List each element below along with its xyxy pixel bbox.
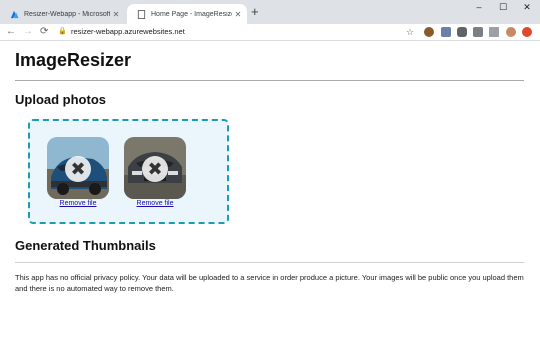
browser-titlebar: Resizer-Webapp - Microsoft Azure ✕ Home … — [0, 0, 540, 24]
tab-home-page[interactable]: Home Page - ImageResizeWebApp ✕ — [127, 4, 247, 24]
privacy-notice: This app has no official privacy policy.… — [15, 273, 524, 293]
remove-file-link[interactable]: Remove file — [124, 200, 186, 207]
upload-dropzone[interactable]: ✖ Remove file ✖ Remove file — [28, 119, 229, 224]
extension-translate-icon[interactable] — [441, 27, 451, 37]
tab-azure-portal[interactable]: Resizer-Webapp - Microsoft Azure ✕ — [0, 4, 125, 24]
thumbnails-heading: Generated Thumbnails — [15, 238, 156, 253]
file-preview: ✖ Remove file — [124, 137, 186, 207]
page-title: ImageResizer — [15, 50, 132, 70]
error-mark-icon: ✖ — [65, 156, 91, 182]
browser-toolbar: ← → ⟳ 🔒 resizer-webapp.azurewebsites.net… — [0, 24, 540, 41]
close-window-button[interactable]: ✕ — [515, 2, 539, 13]
update-menu-icon[interactable] — [522, 27, 532, 37]
bookmark-star-icon[interactable]: ☆ — [406, 25, 414, 39]
profile-avatar[interactable] — [506, 27, 516, 37]
extension-cookie-icon[interactable] — [424, 27, 434, 37]
title-divider — [15, 80, 524, 81]
upload-heading: Upload photos — [15, 92, 106, 107]
minimize-button[interactable]: – — [467, 2, 491, 12]
extensions-puzzle-icon[interactable] — [473, 27, 483, 37]
tab-title: Resizer-Webapp - Microsoft Azure — [24, 10, 110, 18]
reload-button[interactable]: ⟳ — [40, 25, 48, 39]
address-bar[interactable]: resizer-webapp.azurewebsites.net — [71, 27, 185, 36]
extension-tab-icon[interactable] — [457, 27, 467, 37]
car-thumbnail-grey: ✖ — [124, 137, 186, 199]
page-icon — [137, 9, 146, 19]
car-thumbnail-blue: ✖ — [47, 137, 109, 199]
back-button[interactable]: ← — [6, 25, 16, 39]
error-mark-icon: ✖ — [142, 156, 168, 182]
remove-file-link[interactable]: Remove file — [47, 200, 109, 207]
lock-icon[interactable]: 🔒 — [58, 27, 67, 35]
forward-button[interactable]: → — [23, 25, 33, 39]
thumbnails-divider — [15, 262, 524, 263]
close-tab-icon[interactable]: ✕ — [110, 10, 122, 19]
new-tab-button[interactable]: + — [251, 5, 259, 19]
azure-icon — [10, 10, 19, 18]
tab-title: Home Page - ImageResizeWebApp — [151, 10, 232, 18]
reading-list-icon[interactable] — [489, 27, 499, 37]
maximize-button[interactable]: ☐ — [491, 2, 515, 13]
file-preview: ✖ Remove file — [47, 137, 109, 207]
close-tab-icon[interactable]: ✕ — [232, 10, 244, 19]
